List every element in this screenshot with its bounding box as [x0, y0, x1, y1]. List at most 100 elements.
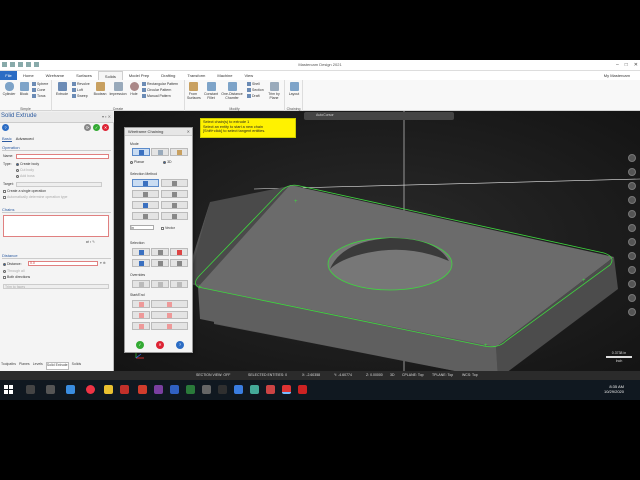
tab-model-prep[interactable]: Model Prep	[123, 71, 155, 80]
view-icon[interactable]	[628, 224, 636, 232]
windows-start-icon[interactable]	[4, 385, 13, 394]
cancel-icon[interactable]: ✕	[102, 124, 109, 131]
dimension-mode[interactable]: 3D	[390, 373, 394, 377]
end-back-button[interactable]	[132, 311, 150, 319]
start-back-button[interactable]	[132, 300, 150, 308]
vector-checkbox[interactable]: Vector	[160, 226, 175, 230]
3d-radio[interactable]: 3D	[163, 160, 172, 164]
view-icon[interactable]	[628, 266, 636, 274]
partial-button[interactable]	[151, 259, 169, 267]
view-icon[interactable]	[628, 294, 636, 302]
view-icon[interactable]	[628, 154, 636, 162]
view-icon[interactable]	[628, 196, 636, 204]
chains-section-header[interactable]: Chains	[2, 207, 111, 213]
tab-home[interactable]: Home	[17, 71, 40, 80]
app-icon[interactable]	[266, 385, 275, 394]
tplane-status[interactable]: TPLANE: Top	[432, 373, 453, 377]
app-icon[interactable]	[138, 385, 147, 394]
tab-planes[interactable]: Planes	[19, 362, 30, 370]
window-method-button[interactable]	[132, 190, 159, 198]
boolean-button[interactable]: Boolean	[92, 82, 108, 96]
operation-section-header[interactable]: Operation	[2, 145, 111, 151]
wcs-status[interactable]: WCS: Top	[462, 373, 478, 377]
override-1-button[interactable]	[132, 280, 150, 288]
hole-button[interactable]: Hole	[129, 82, 139, 96]
cone-button[interactable]: Cone	[32, 88, 45, 93]
block-button[interactable]: Block	[18, 82, 30, 96]
unselect-button[interactable]	[151, 248, 169, 256]
help-icon[interactable]: ?	[2, 124, 9, 131]
end-forward-button[interactable]	[151, 322, 188, 330]
name-field[interactable]	[16, 154, 109, 159]
impression-button[interactable]: Impression	[109, 82, 127, 96]
app-icon[interactable]	[298, 385, 307, 394]
tab-advanced[interactable]: Advanced	[16, 136, 34, 142]
area-method-button[interactable]	[161, 201, 188, 209]
app-icon[interactable]	[218, 385, 227, 394]
ok-icon[interactable]: ✓	[93, 124, 100, 131]
sweep-button[interactable]: Sweep	[72, 94, 88, 99]
reverse-button[interactable]	[132, 259, 150, 267]
cylinder-button[interactable]: Cylinder	[2, 82, 16, 96]
file-explorer-icon[interactable]	[104, 385, 113, 394]
app-icon[interactable]	[250, 385, 259, 394]
shell-button[interactable]: Shell	[247, 82, 260, 87]
type-add-boss-radio[interactable]: Add boss	[16, 174, 35, 178]
app-icon[interactable]	[170, 385, 179, 394]
view-icon[interactable]	[628, 280, 636, 288]
tab-levels[interactable]: Levels	[33, 362, 43, 370]
loft-button[interactable]: Loft	[72, 88, 83, 93]
mastercam-icon[interactable]	[282, 385, 291, 394]
edge-icon[interactable]	[66, 385, 75, 394]
panel-pin-close-icons[interactable]: ▾ ▪ ✕	[102, 114, 111, 119]
rectangular-pattern-button[interactable]: Rectangular Pattern	[142, 82, 178, 87]
chain-method-button[interactable]	[132, 179, 159, 187]
single-method-button[interactable]	[132, 212, 159, 220]
tab-machine[interactable]: Machine	[211, 71, 238, 80]
sphere-button[interactable]: Sphere	[32, 82, 48, 87]
chain-list-tools[interactable]: ⇄ ▪ ✎	[86, 240, 95, 244]
tab-drafting[interactable]: Drafting	[155, 71, 181, 80]
app-icon[interactable]	[202, 385, 211, 394]
constant-fillet-button[interactable]: Constant Fillet	[203, 82, 219, 100]
select-last-button[interactable]	[132, 248, 150, 256]
view-icon[interactable]	[628, 182, 636, 190]
search-icon[interactable]	[26, 385, 35, 394]
tab-view[interactable]: View	[239, 71, 260, 80]
tab-toolpaths[interactable]: Toolpaths	[1, 362, 16, 370]
user-account[interactable]: My Mastercam	[604, 73, 630, 78]
override-3-button[interactable]	[170, 280, 188, 288]
tab-wireframe[interactable]: Wireframe	[40, 71, 70, 80]
tab-surfaces[interactable]: Surfaces	[70, 71, 98, 80]
one-distance-chamfer-button[interactable]: One-Distance Chamfer	[221, 82, 243, 100]
view-icon[interactable]	[628, 252, 636, 260]
revolve-button[interactable]: Revolve	[72, 82, 90, 87]
minimize-icon[interactable]: –	[616, 62, 619, 68]
autocursor-toolbar[interactable]: AutoCursor	[304, 112, 454, 120]
trim-by-plane-button[interactable]: Trim by Plane	[265, 82, 283, 100]
single-operation-checkbox[interactable]: Create a single operation	[3, 189, 46, 193]
chrome-icon[interactable]	[86, 385, 95, 394]
distance-stepper-icon[interactable]: ▾ ⊕	[100, 261, 106, 265]
tab-solid-extrude[interactable]: Solid Extrude	[45, 362, 69, 370]
clear-button[interactable]	[170, 248, 188, 256]
surfaces-mode-button[interactable]	[170, 148, 188, 156]
close-icon[interactable]: ✕	[634, 62, 638, 68]
type-create-body-radio[interactable]: Create body	[16, 162, 39, 166]
chaining-help-button[interactable]: ?	[176, 341, 184, 349]
close-icon[interactable]: ✕	[187, 128, 190, 136]
auto-determine-checkbox[interactable]: Automatically determine operation type	[3, 195, 68, 199]
cplane-status[interactable]: CPLANE: Top	[402, 373, 424, 377]
touch-method-button[interactable]	[161, 179, 188, 187]
manual-pattern-button[interactable]: Manual Pattern	[142, 94, 171, 99]
tab-basic[interactable]: Basic	[2, 136, 12, 142]
from-surfaces-button[interactable]: From Surfaces	[187, 82, 201, 100]
onenote-icon[interactable]	[154, 385, 163, 394]
task-view-icon[interactable]	[46, 385, 55, 394]
window-inout-dropdown[interactable]: In	[130, 225, 154, 230]
draft-button[interactable]: Draft	[247, 94, 260, 99]
distance-radio[interactable]: Distance:	[3, 262, 22, 266]
planar-radio[interactable]: Planar	[130, 160, 144, 164]
torus-button[interactable]: Torus	[32, 94, 46, 99]
point-method-button[interactable]	[132, 201, 159, 209]
